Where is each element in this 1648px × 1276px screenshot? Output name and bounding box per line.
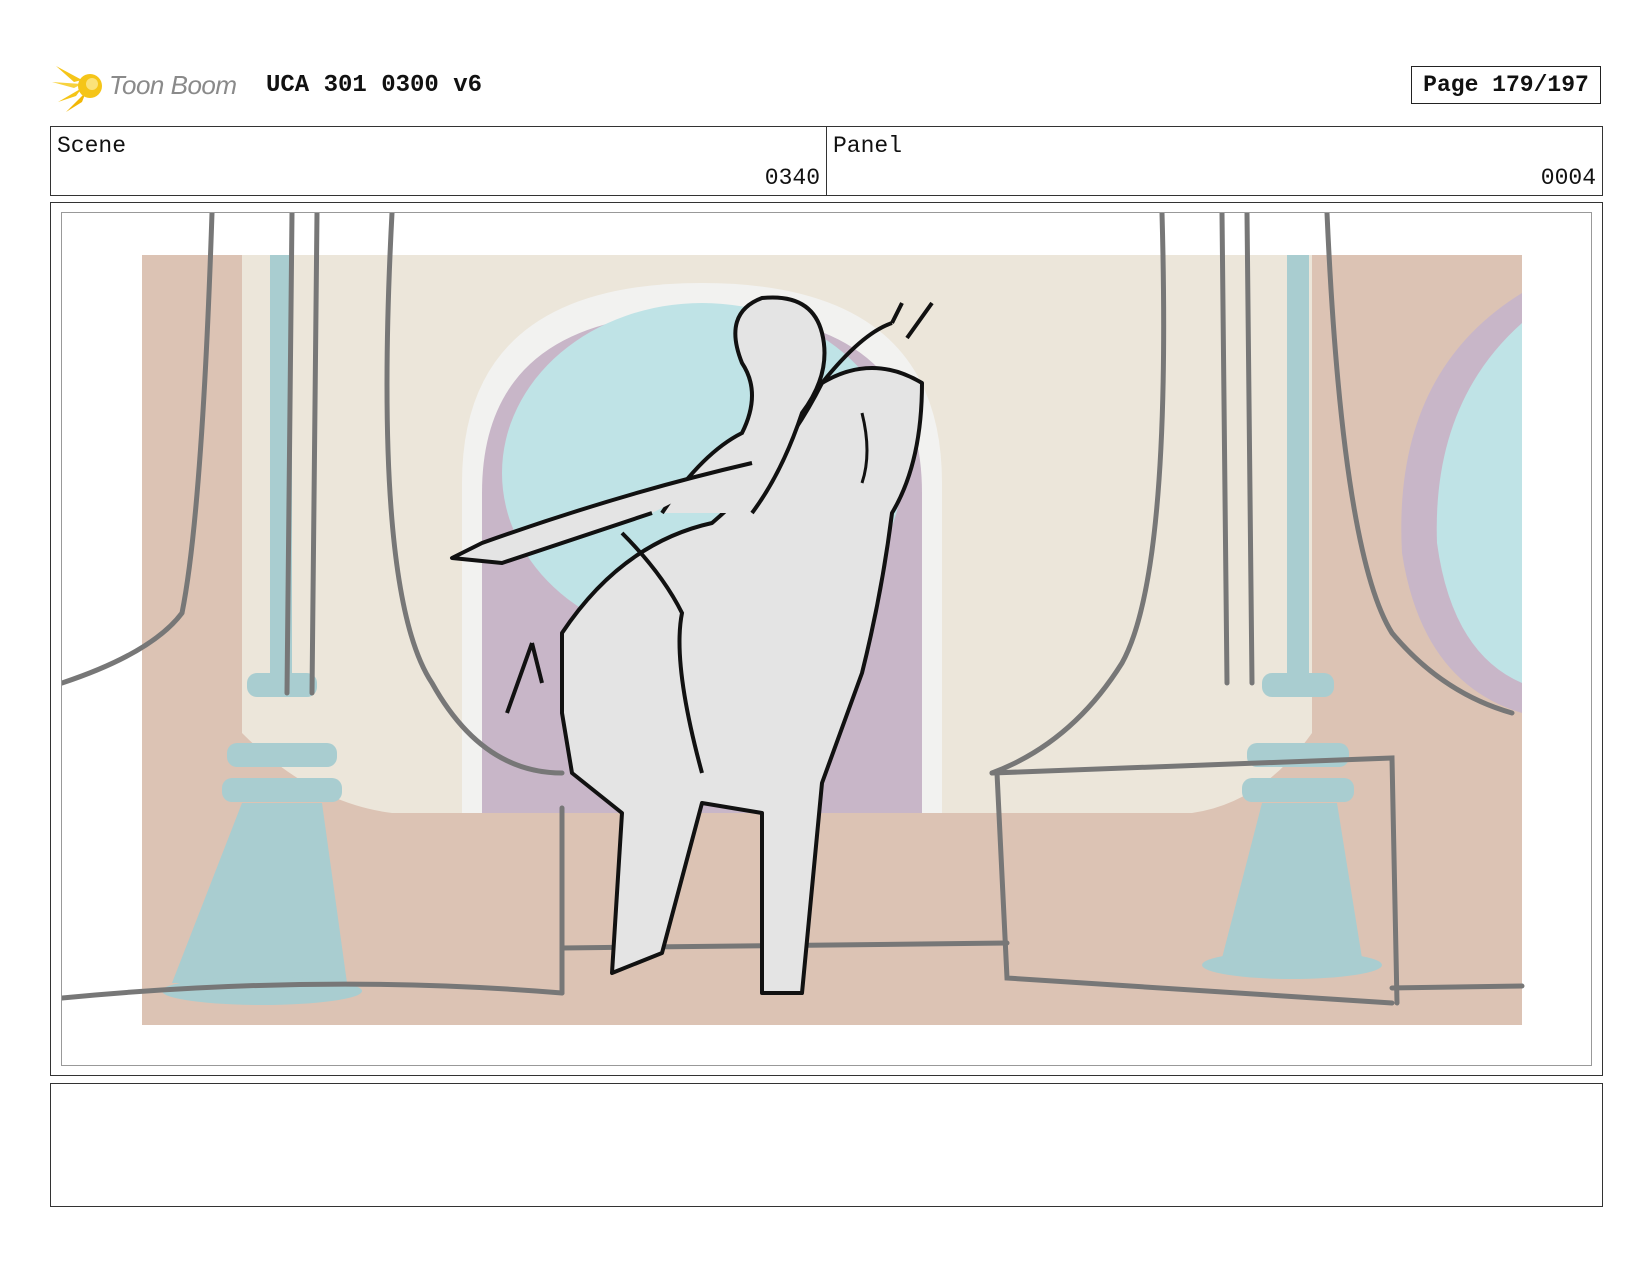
comet-logo-icon [52,66,102,112]
toon-boom-logo: Toon Boom [52,58,242,114]
storyboard-drawing [62,213,1525,1025]
panel-number: 0004 [1540,165,1596,191]
panel-cell: Panel 0004 [826,127,1602,195]
document-title: UCA 301 0300 v6 [266,72,483,99]
panel-label: Panel [833,133,903,159]
panel-image-area [61,212,1592,1066]
scene-cell: Scene 0340 [51,127,826,195]
page-number: Page 179/197 [1411,66,1601,104]
logo-wordmark: Toon Boom [109,70,237,100]
storyboard-panel [50,202,1603,1076]
scene-number: 0340 [764,165,820,191]
scene-label: Scene [57,133,127,159]
panel-notes [50,1083,1603,1207]
scene-panel-info: Scene 0340 Panel 0004 [50,126,1603,196]
